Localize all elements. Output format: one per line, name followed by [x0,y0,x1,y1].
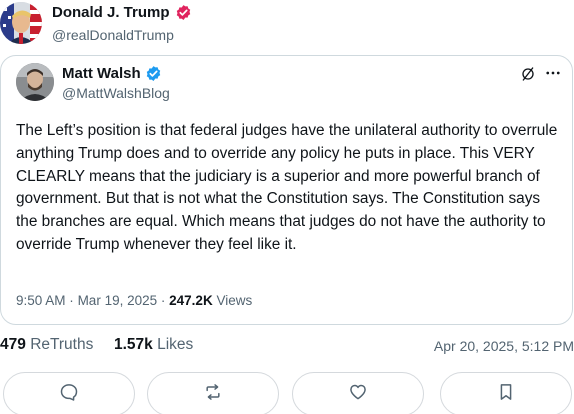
bookmark-button[interactable] [440,372,572,414]
author-handle[interactable]: @realDonaldTrump [52,27,174,43]
bookmark-icon [496,382,516,407]
post-date[interactable]: Apr 20, 2025, 5:12 PM [434,338,574,354]
author-name[interactable]: Donald J. Trump [52,4,170,21]
more-icon[interactable] [544,64,562,82]
quoted-author-handle[interactable]: @MattWalshBlog [62,85,170,101]
likes-stat[interactable]: 1.57k Likes [114,336,193,354]
truth-post: Donald J. Trump @realDonaldTrump Matt Wa… [0,0,574,414]
quoted-post-date[interactable]: Mar 19, 2025 [78,293,158,308]
author-name-row: Donald J. Trump [52,4,192,21]
quoted-avatar-image [16,63,54,101]
avatar[interactable] [0,2,42,44]
quoted-author-name[interactable]: Matt Walsh [62,65,141,82]
meta-separator: · [69,293,74,308]
reply-icon [59,382,79,407]
post-stats: 479 ReTruths 1.57k Likes Apr 20, 2025, 5… [0,336,574,358]
quoted-post-time[interactable]: 9:50 AM [16,293,66,308]
quoted-avatar[interactable] [16,63,54,101]
meta-separator: · [160,293,166,308]
avatar-image [0,2,42,44]
retruths-stat[interactable]: 479 ReTruths [0,336,93,354]
grok-icon[interactable] [520,66,536,82]
retruths-label: ReTruths [30,336,94,353]
retruth-button[interactable] [147,372,279,414]
post-header: Donald J. Trump @realDonaldTrump [0,0,574,48]
retruths-count: 479 [0,336,26,353]
quoted-post[interactable]: Matt Walsh @MattWalshBlog The Left’s pos… [0,55,573,325]
likes-count: 1.57k [114,336,153,353]
reply-button[interactable] [3,372,135,414]
views-label: Views [216,293,253,308]
heart-icon [348,382,368,407]
quoted-author-name-row: Matt Walsh [62,65,162,82]
likes-label: Likes [157,336,194,353]
like-button[interactable] [292,372,424,414]
verified-badge-icon [145,65,162,82]
quoted-post-meta: 9:50 AM · Mar 19, 2025 · 247.2K Views [16,293,252,308]
views-count: 247.2K [169,293,213,308]
quoted-post-text: The Left’s position is that federal judg… [16,122,558,253]
verified-badge-icon [175,4,192,21]
retruth-icon [203,382,223,407]
